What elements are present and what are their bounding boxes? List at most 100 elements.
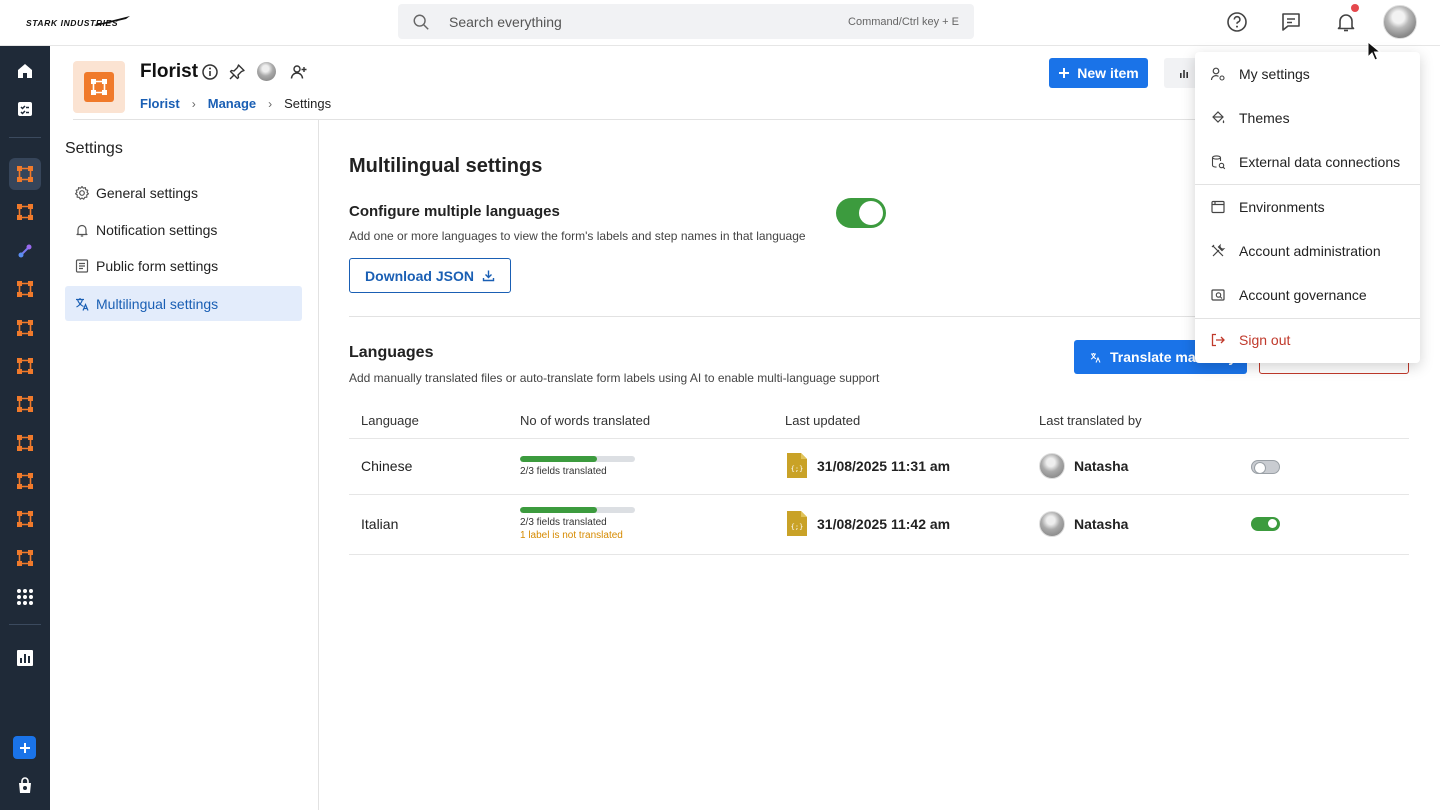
language-enabled-toggle[interactable] [1251, 460, 1280, 474]
messages-icon[interactable] [1280, 11, 1302, 33]
app-icon-9[interactable] [9, 503, 41, 535]
mouse-cursor-icon [1367, 41, 1381, 61]
menu-item-label: Account administration [1239, 243, 1381, 259]
user-avatar[interactable] [1383, 5, 1417, 39]
language-enabled-toggle[interactable] [1251, 517, 1280, 531]
tools-icon [1211, 243, 1226, 257]
download-json-label: Download JSON [365, 267, 474, 284]
menu-item-themes[interactable]: Themes [1195, 98, 1420, 138]
section-title: Multilingual settings [349, 155, 543, 177]
app-icon-10[interactable] [9, 542, 41, 574]
pin-icon[interactable] [228, 63, 246, 81]
app-icon-7[interactable] [9, 427, 41, 459]
svg-text:{;}: {;} [791, 523, 804, 531]
menu-item-sign-out[interactable]: Sign out [1195, 320, 1420, 360]
add-app-button[interactable] [13, 736, 36, 759]
brand-logo[interactable]: STARK INDUSTRIES [22, 15, 132, 29]
language-name: Chinese [361, 458, 413, 474]
settings-nav-divider [318, 120, 319, 810]
translation-progress-bar [520, 456, 635, 462]
user-settings-icon [1210, 67, 1225, 81]
bar-chart-icon [1180, 70, 1188, 78]
info-icon[interactable] [201, 63, 219, 81]
configure-languages-toggle[interactable] [836, 198, 886, 228]
table-header-divider [349, 438, 1409, 439]
breadcrumb-florist[interactable]: Florist [140, 96, 180, 111]
app-icon-8[interactable] [9, 465, 41, 497]
home-icon[interactable] [9, 55, 41, 87]
app-icon-3[interactable] [9, 273, 41, 305]
sign-out-icon [1211, 333, 1225, 347]
paint-bucket-icon [1212, 111, 1225, 124]
brand-name: STARK INDUSTRIES [26, 18, 119, 28]
marketplace-icon[interactable] [9, 769, 41, 801]
governance-icon [1211, 289, 1225, 301]
table-row-divider [349, 494, 1409, 495]
notification-badge [1351, 4, 1359, 12]
settings-nav-notification[interactable]: Notification settings [65, 212, 302, 247]
menu-item-label: My settings [1239, 66, 1310, 82]
settings-nav-general[interactable]: General settings [65, 175, 302, 210]
breadcrumb-manage[interactable]: Manage [208, 96, 256, 111]
all-apps-icon[interactable] [9, 581, 41, 613]
translation-progress-bar [520, 507, 635, 513]
top-bar: STARK INDUSTRIES Search everything Comma… [0, 0, 1440, 46]
download-json-button[interactable]: Download JSON [349, 258, 511, 293]
menu-item-my-settings[interactable]: My settings [1195, 54, 1420, 94]
app-logo-icon [91, 79, 107, 95]
menu-item-environments[interactable]: Environments [1195, 187, 1420, 227]
page-title: Florist [140, 61, 199, 82]
new-item-button[interactable]: New item [1049, 58, 1148, 88]
search-icon [413, 14, 429, 30]
json-file-icon[interactable]: {;} [787, 453, 807, 478]
svg-text:{;}: {;} [791, 465, 804, 473]
settings-nav-title: Settings [65, 140, 123, 157]
menu-item-label: Environments [1239, 199, 1325, 215]
breadcrumb: Florist › Manage › Settings [140, 96, 331, 111]
integration-icon[interactable] [9, 235, 41, 267]
menu-item-account-administration[interactable]: Account administration [1195, 231, 1420, 271]
settings-nav-label: Public form settings [96, 257, 219, 274]
add-member-icon[interactable] [290, 63, 308, 81]
translator-avatar [1039, 453, 1065, 479]
app-florist-icon[interactable] [9, 158, 41, 190]
app-icon-2[interactable] [9, 196, 41, 228]
chevron-right-icon: › [268, 96, 273, 111]
language-name: Italian [361, 516, 399, 532]
form-icon [75, 258, 89, 273]
configure-languages-description: Add one or more languages to view the fo… [349, 229, 806, 243]
languages-title: Languages [349, 344, 434, 361]
plus-icon [1059, 68, 1070, 78]
analytics-icon[interactable] [9, 642, 41, 674]
last-updated-date: 31/08/2025 11:42 am [817, 516, 951, 532]
menu-item-account-governance[interactable]: Account governance [1195, 275, 1420, 315]
tasks-icon[interactable] [9, 93, 41, 125]
window-icon [1211, 200, 1225, 214]
new-item-label: New item [1077, 65, 1139, 81]
settings-nav-public-form[interactable]: Public form settings [65, 248, 302, 283]
settings-nav-label: General settings [96, 184, 198, 201]
json-file-icon[interactable]: {;} [787, 511, 807, 536]
menu-item-label: Account governance [1239, 287, 1367, 303]
menu-item-external-data[interactable]: External data connections [1195, 142, 1420, 182]
help-icon[interactable] [1226, 11, 1248, 33]
menu-item-label: Themes [1239, 110, 1290, 126]
settings-nav-multilingual[interactable]: Multilingual settings [65, 286, 302, 321]
member-avatar[interactable] [257, 62, 276, 81]
app-icon-5[interactable] [9, 350, 41, 382]
translation-progress-text: 2/3 fields translated [520, 466, 607, 477]
translate-icon [76, 297, 89, 311]
notifications-icon[interactable] [1335, 11, 1357, 33]
download-icon [482, 270, 495, 282]
column-header-last-translated-by: Last translated by [1039, 413, 1142, 428]
global-search[interactable]: Search everything Command/Ctrl key + E [398, 4, 974, 39]
menu-item-label: Sign out [1239, 332, 1291, 348]
translation-progress-text: 2/3 fields translated [520, 517, 607, 528]
translator-name: Natasha [1074, 458, 1129, 474]
app-icon-4[interactable] [9, 312, 41, 344]
search-shortcut-hint: Command/Ctrl key + E [848, 16, 959, 28]
column-header-words-translated: No of words translated [520, 413, 651, 428]
menu-item-label: External data connections [1239, 154, 1401, 170]
app-icon-6[interactable] [9, 388, 41, 420]
database-icon [1211, 155, 1226, 170]
